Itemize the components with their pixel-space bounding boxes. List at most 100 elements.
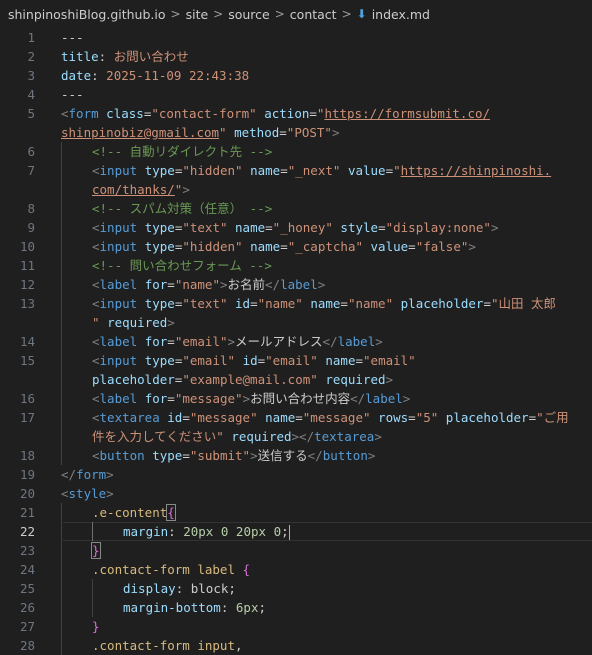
code-line[interactable]: 8 <!-- スパム対策（任意） --> [0,199,592,218]
code-line[interactable]: 6 <!-- 自動リダイレクト先 --> [0,142,592,161]
code-line[interactable]: 5 <form class="contact-form" action="http… [0,104,592,123]
breadcrumb-item-repo[interactable]: shinpinoshiBlog.github.io [8,7,166,22]
code-token: input [99,353,138,368]
line-number: 8 [27,201,35,216]
code-token: < [92,448,100,463]
code-line[interactable]: 2 title: お問い合わせ [0,47,592,66]
indent-guide [61,541,62,560]
code-line[interactable]: 20 <style> [0,484,592,503]
code-token: = [167,277,175,292]
code-token: "contact-form" [151,106,257,121]
code-line[interactable]: 27} [0,617,592,636]
code-token: "example@mail.com" [182,372,318,387]
code-line[interactable]: 13 <input type="text" id="name" name="nam… [0,294,592,313]
code-line[interactable]: shinpinobiz@gmail.com" method="POST"> [0,123,592,142]
code-token: 送信する [257,448,308,463]
code-token: margin-bottom [123,600,221,615]
code-line[interactable]: 18 <button type="submit">送信する</button> [0,446,592,465]
code-token: name [250,239,281,254]
line-number: 19 [19,467,35,482]
code-token: form [76,467,107,482]
code-editor[interactable]: 1 --- 2 title: お問い合わせ 3 date: 2025-11-09 22:4… [0,28,592,655]
code-text: <input type="hidden" name="_next" value=… [92,161,551,180]
code-line[interactable]: 12 <label for="name">お名前</label> [0,275,592,294]
code-line[interactable]: 15 <input type="email" id="email" name="e… [0,351,592,370]
code-token: input [99,239,138,254]
code-token: 0 [273,524,282,539]
code-text: shinpinobiz@gmail.com" method="POST"> [61,123,339,142]
code-line[interactable]: 1 --- [0,28,592,47]
code-line[interactable]: 3 date: 2025-11-09 22:43:38 [0,66,592,85]
code-token: } [92,619,100,634]
code-token: com/thanks/ [92,182,175,197]
code-token: = [408,239,416,254]
line-number: 9 [27,220,35,235]
code-line[interactable]: 4 --- [0,85,592,104]
code-token: : [220,600,236,615]
code-line[interactable]: 23} [0,541,592,560]
code-text: margin: 20px 0 20px 0; [123,522,290,541]
code-token: style [68,486,107,501]
breadcrumb-item-source[interactable]: source [228,7,270,22]
code-line[interactable]: 28 .contact-form input, [0,636,592,655]
code-line[interactable]: " required> [0,313,592,332]
code-token: type [144,239,175,254]
code-line[interactable]: 10 <input type="hidden" name="_captcha" v… [0,237,592,256]
code-token: 6px [235,600,259,615]
code-line[interactable]: 17 <textarea id="message" name="message" … [0,408,592,427]
code-line[interactable]: 9 <input type="text" name="_honey" style=… [0,218,592,237]
code-token: "email" [363,353,416,368]
indent-guide [92,579,93,598]
code-token: textarea [314,429,375,444]
code-text: .contact-form input, [92,636,243,655]
code-token: "_captcha" [287,239,363,254]
code-token: name [265,410,296,425]
code-token: required [325,372,386,387]
line-number: 20 [19,486,35,501]
code-token: < [61,106,69,121]
breadcrumb-item-site[interactable]: site [186,7,209,22]
line-number: 3 [27,68,35,83]
code-line[interactable]: com/thanks/"> [0,180,592,199]
line-number: 22 [19,524,35,539]
code-token: for [144,277,168,292]
code-token: > [490,220,499,235]
indent-guide [61,389,62,408]
code-line[interactable]: 14 <label for="email">メールアドレス</label> [0,332,592,351]
code-text: <button type="submit">送信する</button> [92,446,375,465]
line-number: 17 [19,410,35,425]
code-line[interactable]: 11 <!-- 問い合わせフォーム --> [0,256,592,275]
code-line[interactable]: 件を入力してください" required></textarea> [0,427,592,446]
code-token: " [393,163,401,178]
code-token: </ [61,467,77,482]
code-line[interactable]: placeholder="example@mail.com" required> [0,370,592,389]
code-line[interactable]: 19 </form> [0,465,592,484]
line-number: 5 [27,106,35,121]
code-token: > [375,334,383,349]
code-token: = [378,220,386,235]
indent-guide [61,180,62,199]
code-line[interactable]: 16 <label for="message">お問い合わせ内容</label> [0,389,592,408]
line-number: 25 [19,581,35,596]
code-token: input [99,163,138,178]
code-line[interactable]: 7 <input type="hidden" name="_next" value… [0,161,592,180]
code-token: : [175,581,191,596]
code-token: お問い合わせ [113,49,189,64]
code-token: margin [123,524,169,539]
breadcrumb-item-file[interactable]: index.md [372,7,430,22]
code-token: = [167,334,175,349]
breadcrumb-item-contact[interactable]: contact [290,7,337,22]
code-line[interactable]: 24 .contact-form label { [0,560,592,579]
code-line[interactable]: 26 margin-bottom: 6px; [0,598,592,617]
line-number: 12 [19,277,35,292]
code-line[interactable]: 21 .e-content{ [0,503,592,522]
code-line[interactable]: 25 display: block; [0,579,592,598]
code-line[interactable]: 22 margin: 20px 0 20px 0; [0,522,592,541]
line-number: 28 [19,638,35,653]
